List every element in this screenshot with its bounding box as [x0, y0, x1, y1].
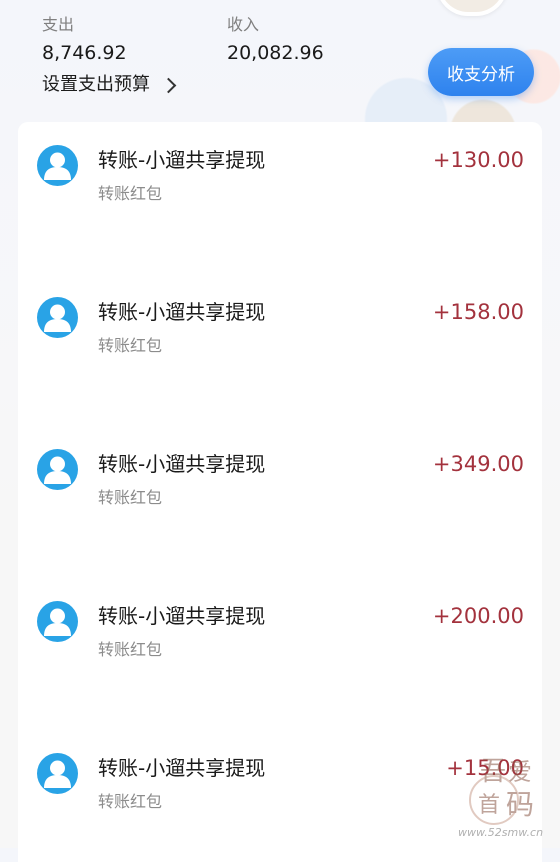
- expense-value: 8,746.92: [42, 42, 127, 64]
- transaction-row[interactable]: 转账-小遛共享提现 转账红包 +158.00: [18, 274, 542, 355]
- income-stat: 收入 20,082.96: [227, 14, 324, 66]
- set-budget-link[interactable]: 设置支出预算: [42, 71, 177, 99]
- transaction-amount: +130.00: [432, 148, 524, 172]
- expense-stat: 支出 8,746.92: [42, 14, 127, 66]
- transaction-row[interactable]: 转账-小遛共享提现 转账红包 +349.00: [18, 426, 542, 507]
- transaction-row[interactable]: 转账-小遛共享提现 转账红包 +130.00: [18, 122, 542, 203]
- expense-label: 支出: [42, 15, 75, 34]
- profile-avatar[interactable]: [436, 0, 508, 16]
- income-value: 20,082.96: [227, 42, 324, 64]
- transaction-subtitle: 转账红包: [98, 640, 163, 659]
- transaction-subtitle: 转账红包: [98, 336, 163, 355]
- transaction-subtitle: 转账红包: [98, 792, 163, 811]
- user-avatar-icon: [37, 297, 78, 338]
- transaction-row[interactable]: 转账-小遛共享提现 转账红包 +200.00: [18, 578, 542, 659]
- chevron-right-icon: [160, 77, 177, 94]
- transaction-subtitle: 转账红包: [98, 184, 163, 203]
- transaction-title: 转账-小遛共享提现: [98, 148, 266, 172]
- transaction-amount: +158.00: [432, 300, 524, 324]
- transaction-amount: +200.00: [432, 604, 524, 628]
- transaction-list: 转账-小遛共享提现 转账红包 +130.00 转账-小遛共享提现 转账红包 +1…: [18, 122, 542, 862]
- income-expense-analysis-button[interactable]: 收支分析: [428, 48, 534, 96]
- income-label: 收入: [227, 15, 260, 34]
- transaction-title: 转账-小遛共享提现: [98, 452, 266, 476]
- transaction-title: 转账-小遛共享提现: [98, 756, 266, 780]
- transaction-title: 转账-小遛共享提现: [98, 604, 266, 628]
- user-avatar-icon: [37, 449, 78, 490]
- transaction-title: 转账-小遛共享提现: [98, 300, 266, 324]
- set-budget-label: 设置支出预算: [42, 74, 150, 95]
- transaction-amount: +349.00: [432, 452, 524, 476]
- user-avatar-icon: [37, 753, 78, 794]
- transaction-row[interactable]: 转账-小遛共享提现 转账红包 +15.00: [18, 730, 542, 811]
- transaction-subtitle: 转账红包: [98, 488, 163, 507]
- user-avatar-icon: [37, 145, 78, 186]
- transaction-amount: +15.00: [446, 756, 524, 780]
- user-avatar-icon: [37, 601, 78, 642]
